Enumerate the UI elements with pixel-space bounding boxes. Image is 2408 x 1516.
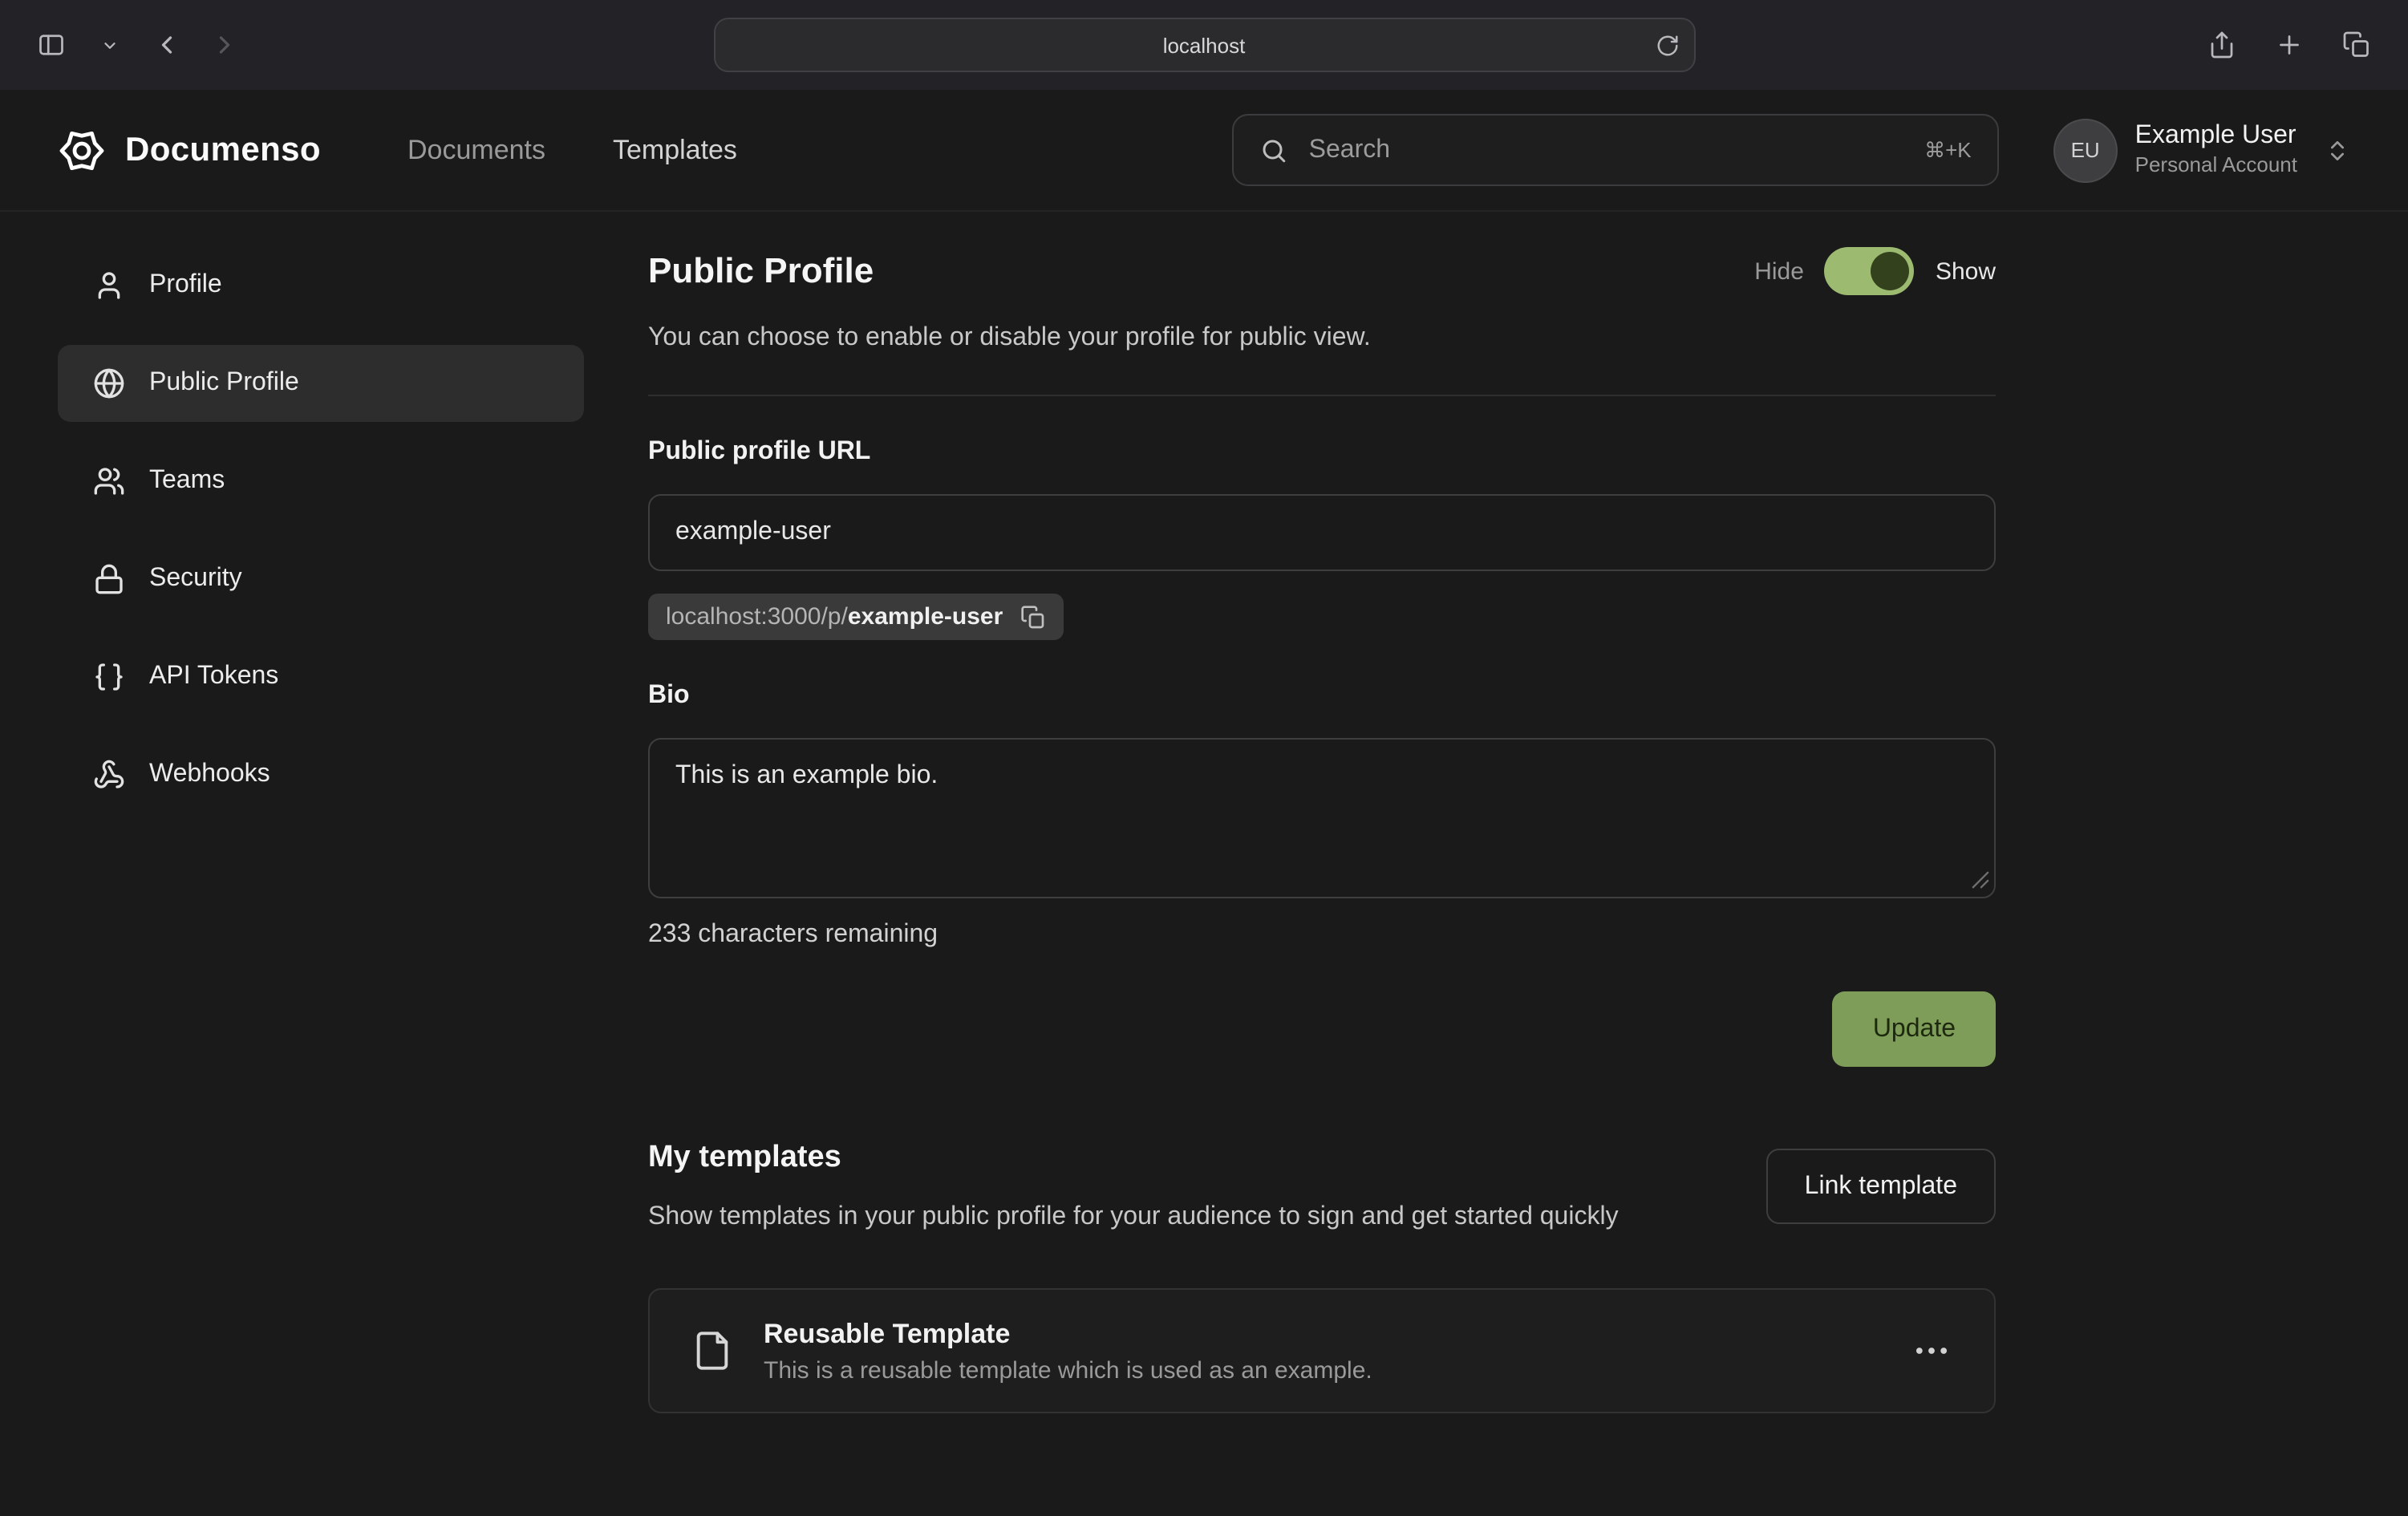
- sidebar-item-label: Security: [149, 565, 242, 594]
- main-nav: Documents Templates: [407, 134, 737, 166]
- url-preview-row: localhost:3000/p/example-user: [648, 594, 1996, 640]
- users-icon: [93, 465, 125, 497]
- url-preview-text: localhost:3000/p/example-user: [666, 603, 1003, 630]
- template-card: Reusable Template This is a reusable tem…: [648, 1288, 1996, 1413]
- account-menu[interactable]: EU Example User Personal Account: [2053, 118, 2350, 182]
- tabs-icon: [2342, 30, 2371, 59]
- account-text: Example User Personal Account: [2135, 121, 2297, 180]
- settings-sidebar: Profile Public Profile Teams: [58, 247, 584, 1516]
- chevron-left-icon: [152, 30, 181, 59]
- plus-icon: [2275, 30, 2304, 59]
- bio-section-label: Bio: [648, 682, 1996, 711]
- sidebar-item-profile[interactable]: Profile: [58, 247, 584, 324]
- search-icon: [1259, 136, 1288, 164]
- nav-templates[interactable]: Templates: [613, 134, 737, 166]
- tab-overview-button[interactable]: [2331, 19, 2382, 71]
- template-info: Reusable Template This is a reusable tem…: [764, 1318, 1372, 1384]
- templates-title: My templates: [648, 1141, 1619, 1176]
- url-preview-prefix: localhost:3000/p/: [666, 603, 848, 630]
- url-section-label: Public profile URL: [648, 438, 1996, 467]
- account-name: Example User: [2135, 121, 2297, 153]
- url-preview-slug: example-user: [848, 603, 1003, 630]
- link-template-button[interactable]: Link template: [1766, 1149, 1996, 1224]
- public-profile-url-input[interactable]: [648, 494, 1996, 571]
- update-button[interactable]: Update: [1833, 991, 1996, 1067]
- brand[interactable]: Documenso: [58, 126, 321, 174]
- chevron-down-icon: [100, 36, 118, 54]
- templates-description: Show templates in your public profile fo…: [648, 1198, 1619, 1235]
- sidebar-item-label: Public Profile: [149, 369, 299, 398]
- account-type: Personal Account: [2135, 153, 2297, 180]
- template-more-options-button[interactable]: [1911, 1330, 1952, 1372]
- share-button[interactable]: [2196, 19, 2248, 71]
- toggle-hide-label: Hide: [1754, 257, 1804, 285]
- screen: localhost: [0, 0, 2408, 1516]
- documenso-logo-icon: [58, 126, 106, 174]
- address-bar[interactable]: localhost: [713, 18, 1695, 72]
- sidebar-item-api-tokens[interactable]: API Tokens: [58, 638, 584, 715]
- sidebar-item-label: Profile: [149, 271, 222, 300]
- public-profile-panel: Public Profile Hide Show You can choose …: [648, 247, 1996, 1516]
- sidebar-item-label: API Tokens: [149, 663, 278, 691]
- template-description: This is a reusable template which is use…: [764, 1356, 1372, 1384]
- profile-visibility-toggle[interactable]: [1825, 247, 1915, 295]
- browser-window-controls: [2196, 19, 2382, 71]
- brand-name: Documenso: [125, 131, 321, 169]
- toolbar-options-button[interactable]: [83, 19, 135, 71]
- toggle-knob: [1871, 252, 1910, 290]
- reload-icon[interactable]: [1655, 33, 1679, 57]
- resize-grip-icon[interactable]: [1972, 871, 1989, 889]
- page-title: Public Profile: [648, 250, 874, 292]
- sidebar-item-security[interactable]: Security: [58, 541, 584, 618]
- title-row: Public Profile Hide Show: [648, 247, 1996, 295]
- templates-header-text: My templates Show templates in your publ…: [648, 1141, 1619, 1235]
- webhook-icon: [93, 759, 125, 791]
- panel-left-icon: [37, 30, 66, 59]
- back-button[interactable]: [141, 19, 193, 71]
- forward-button[interactable]: [199, 19, 250, 71]
- chevrons-up-down-icon: [2325, 137, 2350, 163]
- sidebar-item-public-profile[interactable]: Public Profile: [58, 345, 584, 422]
- share-icon: [2207, 30, 2236, 59]
- app: Documenso Documents Templates ⌘+K EU Exa…: [0, 90, 2408, 1516]
- toggle-show-label: Show: [1936, 257, 1996, 285]
- visibility-toggle-group: Hide Show: [1754, 247, 1996, 295]
- copy-url-button[interactable]: [1020, 604, 1046, 630]
- sidebar-item-label: Teams: [149, 467, 225, 496]
- search-shortcut: ⌘+K: [1924, 137, 1972, 163]
- settings-layout: Profile Public Profile Teams: [0, 212, 2408, 1516]
- sidebar-item-teams[interactable]: Teams: [58, 443, 584, 520]
- templates-header: My templates Show templates in your publ…: [648, 1141, 1996, 1235]
- user-icon: [93, 270, 125, 302]
- app-header: Documenso Documents Templates ⌘+K EU Exa…: [0, 90, 2408, 212]
- braces-icon: [93, 661, 125, 693]
- update-row: Update: [648, 991, 1996, 1067]
- browser-nav-controls: [26, 19, 250, 71]
- bio-wrap: This is an example bio.: [648, 738, 1996, 898]
- file-icon: [691, 1330, 733, 1372]
- sidebar-item-label: Webhooks: [149, 760, 270, 789]
- chevron-right-icon: [210, 30, 239, 59]
- globe-icon: [93, 367, 125, 399]
- sidebar-toggle-button[interactable]: [26, 19, 77, 71]
- lock-icon: [93, 563, 125, 595]
- sidebar-item-webhooks[interactable]: Webhooks: [58, 736, 584, 813]
- search-input[interactable]: [1306, 134, 1907, 166]
- avatar[interactable]: EU: [2053, 118, 2118, 182]
- new-tab-button[interactable]: [2264, 19, 2315, 71]
- browser-chrome: localhost: [0, 0, 2408, 90]
- search-box[interactable]: ⌘+K: [1232, 114, 1999, 186]
- divider: [648, 395, 1996, 396]
- bio-textarea[interactable]: This is an example bio.: [648, 738, 1996, 898]
- nav-documents[interactable]: Documents: [407, 134, 545, 166]
- url-text: localhost: [1163, 33, 1246, 57]
- template-name: Reusable Template: [764, 1318, 1372, 1350]
- page-subtitle: You can choose to enable or disable your…: [648, 324, 1996, 353]
- url-preview-pill: localhost:3000/p/example-user: [648, 594, 1064, 640]
- characters-remaining: 233 characters remaining: [648, 921, 1996, 950]
